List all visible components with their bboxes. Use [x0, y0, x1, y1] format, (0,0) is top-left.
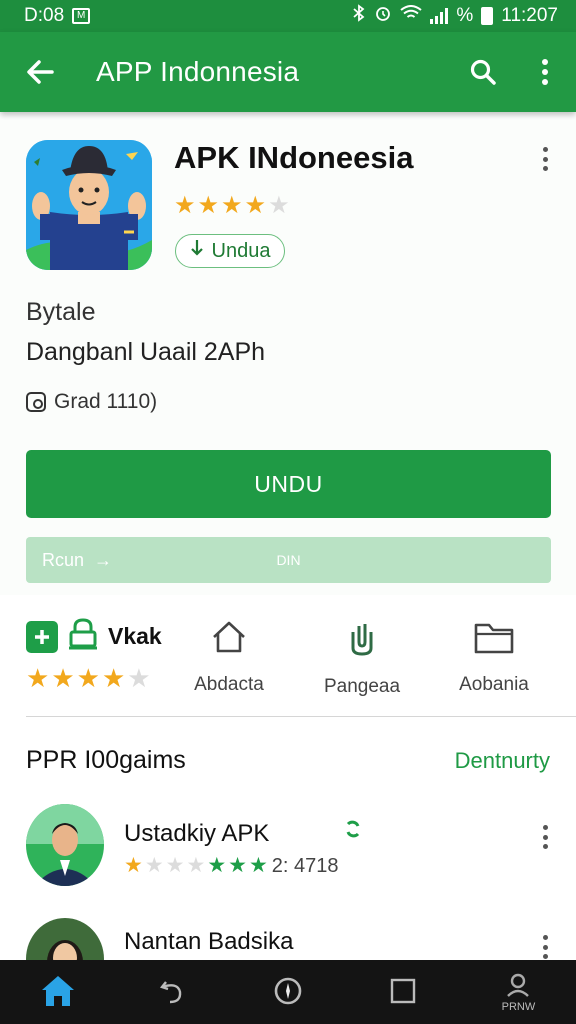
app-description-text: Dangbanl Uaail 2APh — [26, 338, 266, 366]
attach-icon — [345, 620, 379, 662]
quick-actions: Vkak ★ ★ ★ ★ ★ Abdacta Pangeaa Aobania — [0, 598, 576, 716]
alarm-icon — [374, 4, 392, 28]
home-icon — [211, 620, 247, 660]
star-icon: ★ — [76, 663, 100, 693]
profile-icon — [505, 972, 531, 1001]
star-icon: ★ — [124, 854, 143, 877]
status-percent: % — [456, 5, 474, 26]
back-icon — [158, 976, 188, 1009]
grade-icon — [26, 392, 46, 412]
app-header-card: APK INdoneesia ★ ★ ★ ★ ★ Undua Bytale Da… — [0, 120, 576, 595]
quick-item-home[interactable]: Abdacta — [169, 620, 289, 696]
list-item-rating: ★ ★ ★ ★ ★ ★ ★ 2: 4718 — [124, 854, 339, 878]
back-arrow-icon[interactable] — [0, 32, 80, 112]
chip-label: Undua — [211, 239, 271, 262]
home-icon — [40, 974, 76, 1011]
star-empty-icon: ★ — [186, 854, 206, 877]
rating-stars: ★ ★ ★ ★ ★ ★ ★ — [124, 854, 268, 878]
app-more-icon[interactable] — [533, 144, 557, 174]
section-title: PPR I00gaims — [26, 746, 186, 774]
star-icon: ★ — [26, 663, 50, 693]
star-empty-icon: ★ — [268, 192, 290, 219]
nav-recent[interactable] — [346, 960, 461, 1024]
star-icon: ★ — [248, 854, 268, 877]
app-icon[interactable] — [26, 140, 152, 270]
star-icon: ★ — [244, 192, 267, 219]
section-more-link[interactable]: Dentnurty — [455, 748, 550, 774]
search-icon[interactable] — [452, 32, 514, 112]
quick-item-label: Pangeaa — [323, 676, 401, 697]
star-icon: ★ — [51, 663, 75, 693]
lock-icon — [68, 618, 98, 655]
more-vert-icon[interactable] — [514, 32, 576, 112]
grade-info: Grad 1110) — [26, 390, 157, 414]
wifi-icon — [400, 5, 423, 27]
nav-profile[interactable]: PRNW — [461, 960, 576, 1024]
nav-back[interactable] — [115, 960, 230, 1024]
app-rating: ★ ★ ★ ★ ★ — [174, 194, 290, 218]
star-icon: ★ — [197, 192, 220, 219]
list-item-title: Ustadkiy APK — [124, 820, 270, 847]
status-time-left: D:08 — [24, 5, 65, 26]
download-arrow-icon — [190, 238, 204, 264]
quick-item-attach[interactable]: Pangeaa — [302, 620, 422, 698]
add-box-icon — [26, 620, 58, 653]
app-name: APK INdoneesia — [174, 140, 414, 175]
list-item[interactable]: Ustadkiy APK ★ ★ ★ ★ ★ ★ ★ 2: 4718 — [0, 800, 576, 900]
quick-item-label: Aobania — [459, 674, 529, 695]
recent-apps-icon — [389, 977, 417, 1008]
secondary-button-center: DIN — [276, 552, 301, 568]
signal-icon — [430, 8, 449, 24]
star-icon: ★ — [207, 854, 227, 877]
secondary-button[interactable]: Rcun → DIN — [26, 537, 551, 583]
star-icon: ★ — [228, 854, 247, 877]
status-time-right: 11:207 — [501, 5, 558, 26]
brand-rating: ★ ★ ★ ★ ★ — [26, 663, 151, 693]
app-bar-title: APP Indonnesia — [96, 56, 300, 87]
quick-item-folder[interactable]: Aobania — [434, 620, 554, 696]
nav-profile-label: PRNW — [501, 1000, 536, 1013]
avatar — [26, 804, 104, 886]
list-item-meta: 2: 4718 — [271, 854, 339, 877]
list-item-more-icon[interactable] — [533, 822, 557, 852]
list-item-more-icon[interactable] — [533, 932, 557, 962]
battery-icon — [481, 7, 494, 25]
star-icon: ★ — [221, 192, 243, 219]
brand[interactable]: Vkak — [26, 618, 162, 655]
star-icon: ★ — [101, 663, 126, 693]
grade-text: Grad 1110) — [54, 390, 158, 413]
download-button[interactable]: UNDU — [26, 450, 551, 518]
bottom-nav: PRNW — [0, 960, 576, 1024]
brand-name: Vkak — [108, 623, 162, 649]
star-empty-icon: ★ — [165, 854, 185, 877]
compass-icon — [273, 976, 303, 1009]
sync-icon — [344, 820, 362, 843]
folder-icon — [474, 620, 514, 660]
bluetooth-icon — [352, 4, 366, 28]
nav-compass[interactable] — [230, 960, 345, 1024]
app-bar: APP Indonnesia — [0, 32, 576, 112]
status-bar: D:08 M % 11:207 — [0, 0, 576, 32]
star-empty-icon: ★ — [144, 854, 164, 877]
nav-home[interactable] — [0, 960, 115, 1024]
status-badge: M — [72, 8, 91, 24]
list-item-title: Nantan Badsika — [124, 928, 294, 955]
download-chip[interactable]: Undua — [175, 234, 285, 268]
star-empty-icon: ★ — [127, 663, 151, 693]
app-description-label: Bytale — [26, 298, 96, 326]
star-icon: ★ — [174, 192, 196, 219]
divider — [26, 716, 576, 717]
quick-item-label: Abdacta — [194, 674, 264, 695]
